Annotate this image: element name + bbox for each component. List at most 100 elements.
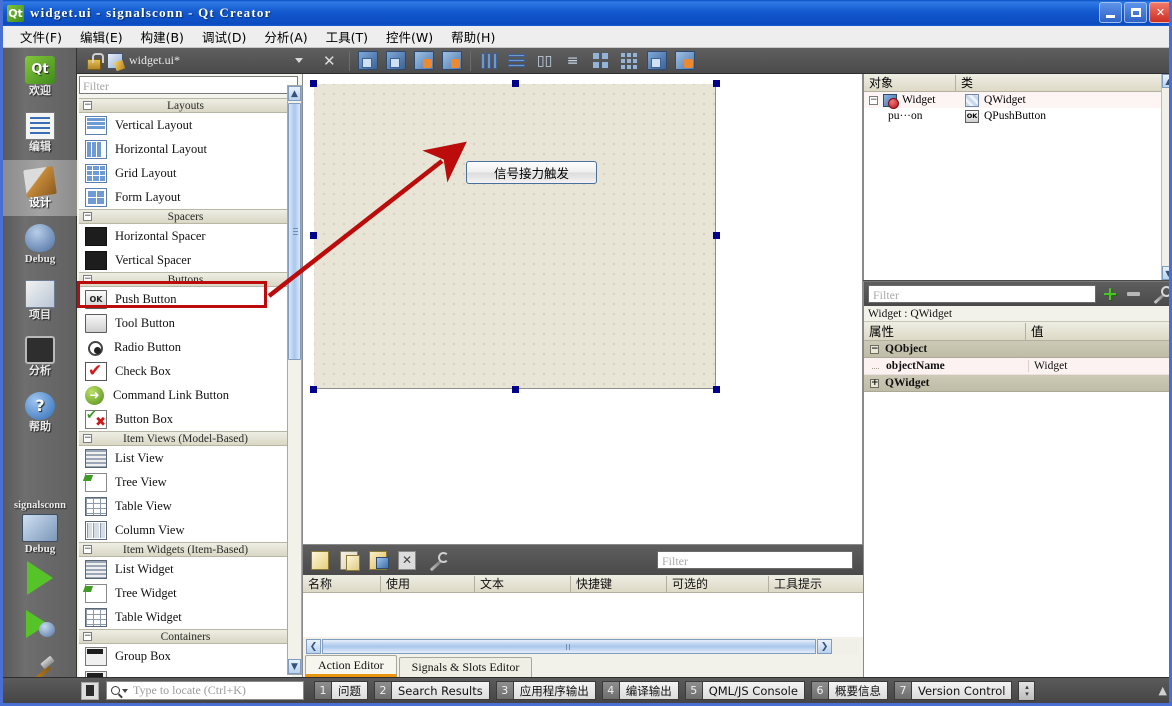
new-action-icon[interactable]	[311, 550, 329, 570]
widget-item-group-box[interactable]: Group Box	[79, 644, 292, 668]
property-editor-filter-input[interactable]: Filter	[868, 285, 1097, 303]
copy-icon[interactable]	[340, 550, 360, 571]
widget-item-horizontal-layout[interactable]: Horizontal Layout	[79, 137, 292, 161]
widget-item-vertical-spacer[interactable]: Vertical Spacer	[79, 248, 292, 272]
expander-icon[interactable]: −	[869, 95, 878, 105]
mode-debug[interactable]: Debug	[3, 216, 77, 272]
kit-selector[interactable]: signalsconn Debug	[3, 500, 77, 693]
mode-edit[interactable]: 编辑	[3, 104, 77, 160]
widget-category-item-views[interactable]: − Item Views (Model-Based)	[79, 431, 292, 446]
run-button[interactable]	[3, 555, 77, 601]
layout-grid-icon[interactable]	[619, 51, 639, 70]
menu-debug[interactable]: 调试(D)	[193, 25, 255, 48]
start-debug-button[interactable]	[3, 601, 77, 647]
resize-handle-bottom-right[interactable]	[713, 386, 720, 393]
chevron-down-icon[interactable]: ▼	[288, 659, 301, 674]
column-header-shortcut[interactable]: 快捷键	[571, 575, 667, 592]
resize-handle-middle-right[interactable]	[713, 232, 720, 239]
widget-category-layouts[interactable]: − Layouts	[79, 98, 292, 113]
widget-item-column-view[interactable]: Column View	[79, 518, 292, 542]
menu-file[interactable]: 文件(F)	[11, 25, 71, 48]
resize-handle-bottom-left[interactable]	[310, 386, 317, 393]
output-pane-search-results[interactable]: 2 Search Results	[374, 681, 490, 700]
layout-form-icon[interactable]	[591, 51, 611, 70]
chevron-up-icon[interactable]: ▲	[288, 86, 301, 101]
lock-icon[interactable]	[86, 53, 104, 70]
widget-item-vertical-layout[interactable]: Vertical Layout	[79, 113, 292, 137]
widget-category-buttons[interactable]: − Buttons	[79, 272, 292, 287]
expander-icon[interactable]: −	[83, 101, 92, 110]
expander-icon[interactable]: −	[83, 545, 92, 554]
action-editor-hscrollbar[interactable]: ❮ ❯	[306, 639, 859, 654]
column-header-text[interactable]: 文本	[475, 575, 571, 592]
output-pane-application-output[interactable]: 3 应用程序输出	[495, 681, 596, 700]
hscrollbar-thumb[interactable]	[322, 639, 816, 654]
expander-icon[interactable]: +	[870, 378, 879, 388]
column-header-property[interactable]: 属性	[864, 322, 1026, 340]
break-layout-icon[interactable]	[646, 51, 667, 70]
column-header-name[interactable]: 名称	[303, 575, 381, 592]
expander-icon[interactable]: −	[83, 434, 92, 443]
widget-item-command-link-button[interactable]: ➜ Command Link Button	[79, 383, 292, 407]
output-pane-general-messages[interactable]: 6 概要信息	[810, 681, 888, 700]
column-header-value[interactable]: 值	[1026, 323, 1169, 340]
widget-box-filter-input[interactable]: Filter	[79, 76, 298, 94]
widget-item-table-widget[interactable]: Table Widget	[79, 605, 292, 629]
mode-analyze[interactable]: 分析	[3, 328, 77, 384]
locator-input[interactable]: Type to locate (Ctrl+K)	[106, 681, 304, 700]
widget-item-horizontal-spacer[interactable]: Horizontal Spacer	[79, 224, 292, 248]
layout-vertically-icon[interactable]	[507, 51, 527, 70]
resize-handle-top-center[interactable]	[512, 80, 519, 87]
menu-tools[interactable]: 工具(T)	[317, 25, 377, 48]
property-value[interactable]: Widget	[1028, 360, 1169, 372]
wrench-icon[interactable]	[1151, 285, 1169, 303]
column-header-checkable[interactable]: 可选的	[667, 575, 769, 592]
widget-item-tree-view[interactable]: Tree View	[79, 470, 292, 494]
open-document-combo[interactable]: widget.ui*	[129, 53, 309, 68]
chevron-down-icon[interactable]: ▼	[1162, 266, 1169, 280]
object-inspector-row-widget[interactable]: − Widget QWidget	[864, 92, 1169, 109]
tab-signals-slots-editor[interactable]: Signals & Slots Editor	[398, 657, 533, 677]
minimize-button[interactable]	[1099, 2, 1122, 23]
edit-widgets-icon[interactable]	[357, 51, 378, 70]
widget-item-push-button[interactable]: OK Push Button	[79, 287, 292, 311]
menu-help[interactable]: 帮助(H)	[442, 25, 504, 48]
output-pane-qmljs-console[interactable]: 5 QML/JS Console	[684, 681, 805, 700]
widget-item-tool-button[interactable]: Tool Button	[79, 311, 292, 335]
resize-handle-bottom-center[interactable]	[512, 386, 519, 393]
maximize-button[interactable]	[1124, 2, 1147, 23]
layout-in-splitter-h-icon[interactable]: ▯▯	[535, 51, 555, 70]
column-header-used[interactable]: 使用	[381, 575, 475, 592]
mode-welcome[interactable]: Qt 欢迎	[3, 48, 77, 104]
widget-item-form-layout[interactable]: Form Layout	[79, 185, 292, 209]
menu-analyze[interactable]: 分析(A)	[255, 25, 316, 48]
output-pane-version-control[interactable]: 7 Version Control	[893, 681, 1013, 700]
resize-handle-top-left[interactable]	[310, 80, 317, 87]
form-canvas[interactable]: 信号接力触发	[303, 74, 863, 544]
widget-item-list-view[interactable]: List View	[79, 446, 292, 470]
object-inspector-scrollbar[interactable]: ▲ ▼	[1161, 74, 1169, 280]
layout-horizontally-icon[interactable]	[479, 51, 499, 70]
resize-handle-middle-left[interactable]	[310, 232, 317, 239]
form-widget[interactable]: 信号接力触发	[314, 84, 716, 389]
widget-item-grid-layout[interactable]: Grid Layout	[79, 161, 292, 185]
menu-widgets[interactable]: 控件(W)	[377, 25, 442, 48]
widget-item-tree-widget[interactable]: Tree Widget	[79, 581, 292, 605]
property-group-qwidget[interactable]: + QWidget	[864, 375, 1169, 392]
expander-icon[interactable]: −	[83, 632, 92, 641]
output-pane-issues[interactable]: 1 问题	[314, 681, 368, 700]
scroll-right-icon[interactable]: ❯	[817, 639, 832, 654]
mode-projects[interactable]: 项目	[3, 272, 77, 328]
scroll-left-icon[interactable]: ❮	[306, 639, 321, 654]
mode-design[interactable]: 设计	[3, 160, 77, 216]
minus-icon[interactable]	[1127, 292, 1140, 296]
mode-help[interactable]: ? 帮助	[3, 384, 77, 440]
tab-action-editor[interactable]: Action Editor	[305, 655, 397, 677]
action-editor-rows[interactable]	[303, 593, 863, 637]
configure-wrench-icon[interactable]	[427, 551, 449, 570]
widget-item-table-view[interactable]: Table View	[79, 494, 292, 518]
widget-category-containers[interactable]: − Containers	[79, 629, 292, 644]
property-group-qobject[interactable]: − QObject	[864, 341, 1169, 358]
adjust-size-icon[interactable]	[674, 51, 695, 70]
delete-icon[interactable]: ✕	[398, 550, 416, 570]
